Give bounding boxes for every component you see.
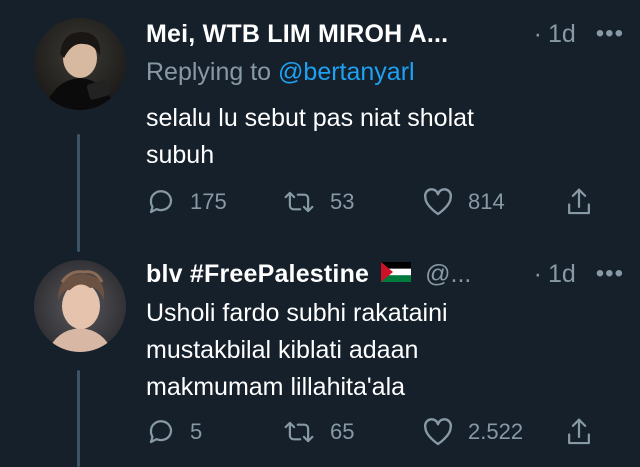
- tweet-text: selalu lu sebut pas niat sholat subuh: [146, 100, 616, 174]
- retweet-button[interactable]: 65: [282, 412, 354, 452]
- reply-button[interactable]: 5: [146, 412, 202, 452]
- palestine-flag-icon: [381, 261, 412, 287]
- timestamp[interactable]: 1d: [548, 20, 576, 49]
- heart-icon: [422, 187, 454, 217]
- tweet-text-line: Usholi fardo subhi rakataini: [146, 299, 448, 327]
- separator-dot: ·: [533, 19, 542, 48]
- like-count: 2.522: [468, 419, 524, 444]
- tweet-1[interactable]: Mei, WTB LIM MIROH A... · 1d ••• Replyin…: [0, 0, 640, 240]
- heart-icon: [422, 417, 454, 447]
- retweet-icon: [282, 417, 316, 447]
- tweet-text: Usholi fardo subhi rakataini mustakbilal…: [146, 295, 616, 406]
- tweet-header: blv #FreePalestine @... · 1d •••: [146, 254, 624, 294]
- like-count: 814: [468, 189, 505, 214]
- retweet-count: 53: [330, 189, 355, 214]
- handle[interactable]: @...: [425, 260, 471, 289]
- mention-link[interactable]: @bertanyarl: [278, 58, 415, 86]
- tweet-text-line: subuh: [146, 141, 215, 169]
- share-button[interactable]: [564, 412, 594, 452]
- replying-to: Replying to @bertanyarl: [146, 58, 415, 87]
- tweet-text-line: selalu lu sebut pas niat sholat: [146, 104, 474, 132]
- share-icon: [564, 186, 594, 218]
- share-icon: [564, 416, 594, 448]
- avatar[interactable]: [34, 260, 126, 352]
- like-button[interactable]: 814: [422, 182, 505, 222]
- display-name[interactable]: Mei, WTB LIM MIROH A...: [146, 20, 448, 49]
- reply-button[interactable]: 175: [146, 182, 227, 222]
- retweet-icon: [282, 187, 316, 217]
- display-name[interactable]: blv #FreePalestine: [146, 260, 369, 289]
- replying-to-label: Replying to: [146, 58, 272, 86]
- reply-icon: [146, 187, 176, 217]
- more-options-icon[interactable]: •••: [596, 20, 624, 48]
- avatar[interactable]: [34, 18, 126, 110]
- reply-icon: [146, 417, 176, 447]
- reply-count: 5: [190, 419, 203, 444]
- tweet-2[interactable]: blv #FreePalestine @... · 1d ••• Usholi …: [0, 240, 640, 467]
- timestamp[interactable]: 1d: [548, 260, 576, 289]
- tweet-header: Mei, WTB LIM MIROH A... · 1d •••: [146, 14, 624, 54]
- tweet-actions: 5 65 2.522: [146, 412, 606, 452]
- retweet-button[interactable]: 53: [282, 182, 354, 222]
- more-options-icon[interactable]: •••: [596, 260, 624, 288]
- like-button[interactable]: 2.522: [422, 412, 523, 452]
- share-button[interactable]: [564, 182, 594, 222]
- retweet-count: 65: [330, 419, 355, 444]
- tweet-actions: 175 53 814: [146, 182, 606, 222]
- separator-dot: ·: [533, 259, 542, 288]
- tweet-text-line: makmumam lillahita'ala: [146, 373, 406, 401]
- tweet-text-line: mustakbilal kiblati adaan: [146, 336, 419, 364]
- reply-count: 175: [190, 189, 227, 214]
